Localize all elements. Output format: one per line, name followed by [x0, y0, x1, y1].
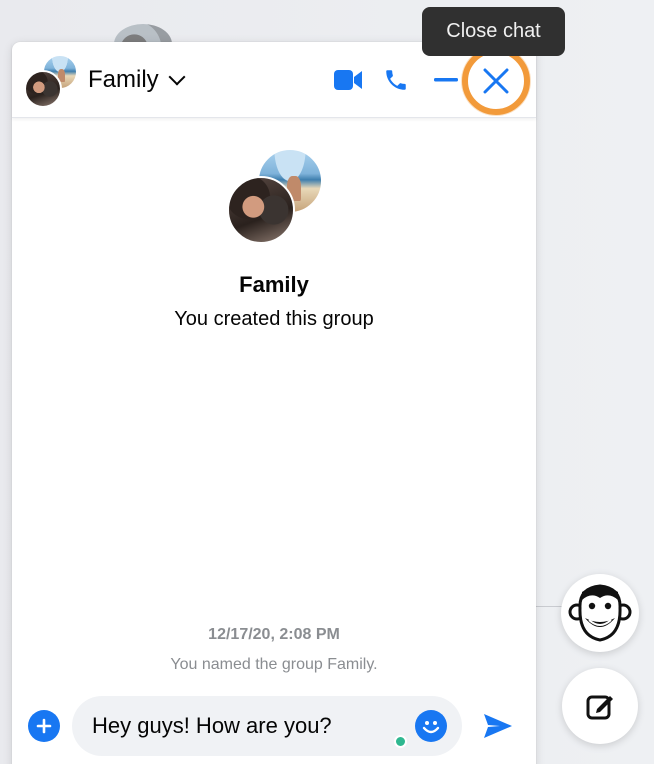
close-icon	[483, 68, 509, 94]
group-avatar[interactable]	[24, 54, 78, 108]
send-icon	[484, 714, 512, 738]
video-call-icon	[334, 70, 362, 90]
send-button[interactable]	[480, 708, 516, 744]
close-chat-button[interactable]	[462, 47, 530, 115]
group-photo-front	[227, 176, 295, 244]
video-call-button[interactable]	[330, 62, 366, 98]
add-attachment-button[interactable]	[28, 710, 60, 742]
emoji-icon	[422, 721, 440, 734]
phone-call-button[interactable]	[378, 62, 414, 98]
message-timestamp: 12/17/20, 2:08 PM	[208, 626, 340, 643]
chevron-down-icon	[168, 68, 186, 86]
minimize-button[interactable]	[428, 62, 464, 98]
new-message-button[interactable]	[562, 668, 638, 744]
chat-title-dropdown[interactable]: Family	[88, 66, 186, 94]
group-event-note: You named the group Family.	[170, 656, 378, 673]
online-status-dot	[394, 735, 407, 748]
compose-icon	[586, 695, 613, 720]
messenger-page: Family Family You created this group 12/…	[0, 0, 654, 764]
group-created-note: You created this group	[174, 308, 374, 330]
group-avatar-photo-front	[24, 70, 62, 108]
message-input-text: Hey guys! How are you?	[92, 713, 332, 738]
chat-window: Family Family You created this group 12/…	[12, 42, 536, 764]
emoji-button[interactable]	[415, 710, 447, 742]
chat-title: Family	[88, 66, 159, 93]
monkey-avatar-icon	[567, 580, 633, 646]
minimize-icon	[434, 78, 458, 82]
group-photo	[227, 148, 323, 244]
plus-icon	[36, 718, 52, 734]
close-chat-tooltip: Close chat	[422, 7, 565, 56]
phone-icon	[386, 70, 406, 90]
group-name: Family	[239, 272, 309, 297]
monkey-chat-head[interactable]	[561, 574, 639, 652]
